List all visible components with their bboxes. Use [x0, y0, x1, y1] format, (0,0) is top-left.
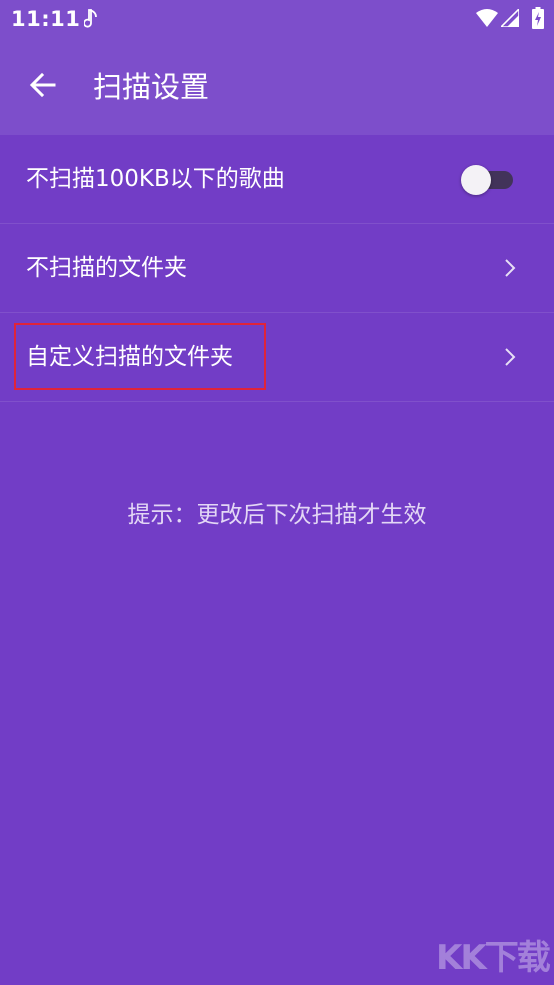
chevron-right-icon: [505, 259, 516, 277]
back-arrow-icon[interactable]: [24, 65, 64, 105]
screen: 11:11 扫描设置 不扫描100KB以下的歌曲 不扫描的文件夹 自定义扫描的文…: [0, 0, 554, 985]
toggle-thumb: [461, 165, 491, 195]
setting-skip-small-songs-label: 不扫描100KB以下的歌曲: [26, 166, 285, 192]
wifi-icon: [476, 9, 498, 27]
skip-small-songs-toggle[interactable]: [461, 163, 513, 195]
page-title: 扫描设置: [93, 70, 210, 104]
status-bar: 11:11: [0, 0, 554, 38]
music-note-icon: [84, 9, 97, 28]
setting-excluded-folders[interactable]: 不扫描的文件夹: [0, 224, 554, 313]
battery-charging-icon: [532, 7, 544, 29]
highlight-box: [14, 323, 266, 390]
app-bar: 扫描设置: [0, 38, 554, 135]
setting-excluded-folders-label: 不扫描的文件夹: [26, 255, 187, 281]
watermark-logo: KK下载: [436, 938, 551, 978]
chevron-right-icon: [505, 348, 516, 366]
signal-icon: [501, 9, 519, 27]
status-time: 11:11: [11, 7, 81, 31]
hint-text: 提示：更改后下次扫描才生效: [127, 502, 427, 528]
setting-skip-small-songs[interactable]: 不扫描100KB以下的歌曲: [0, 135, 554, 224]
